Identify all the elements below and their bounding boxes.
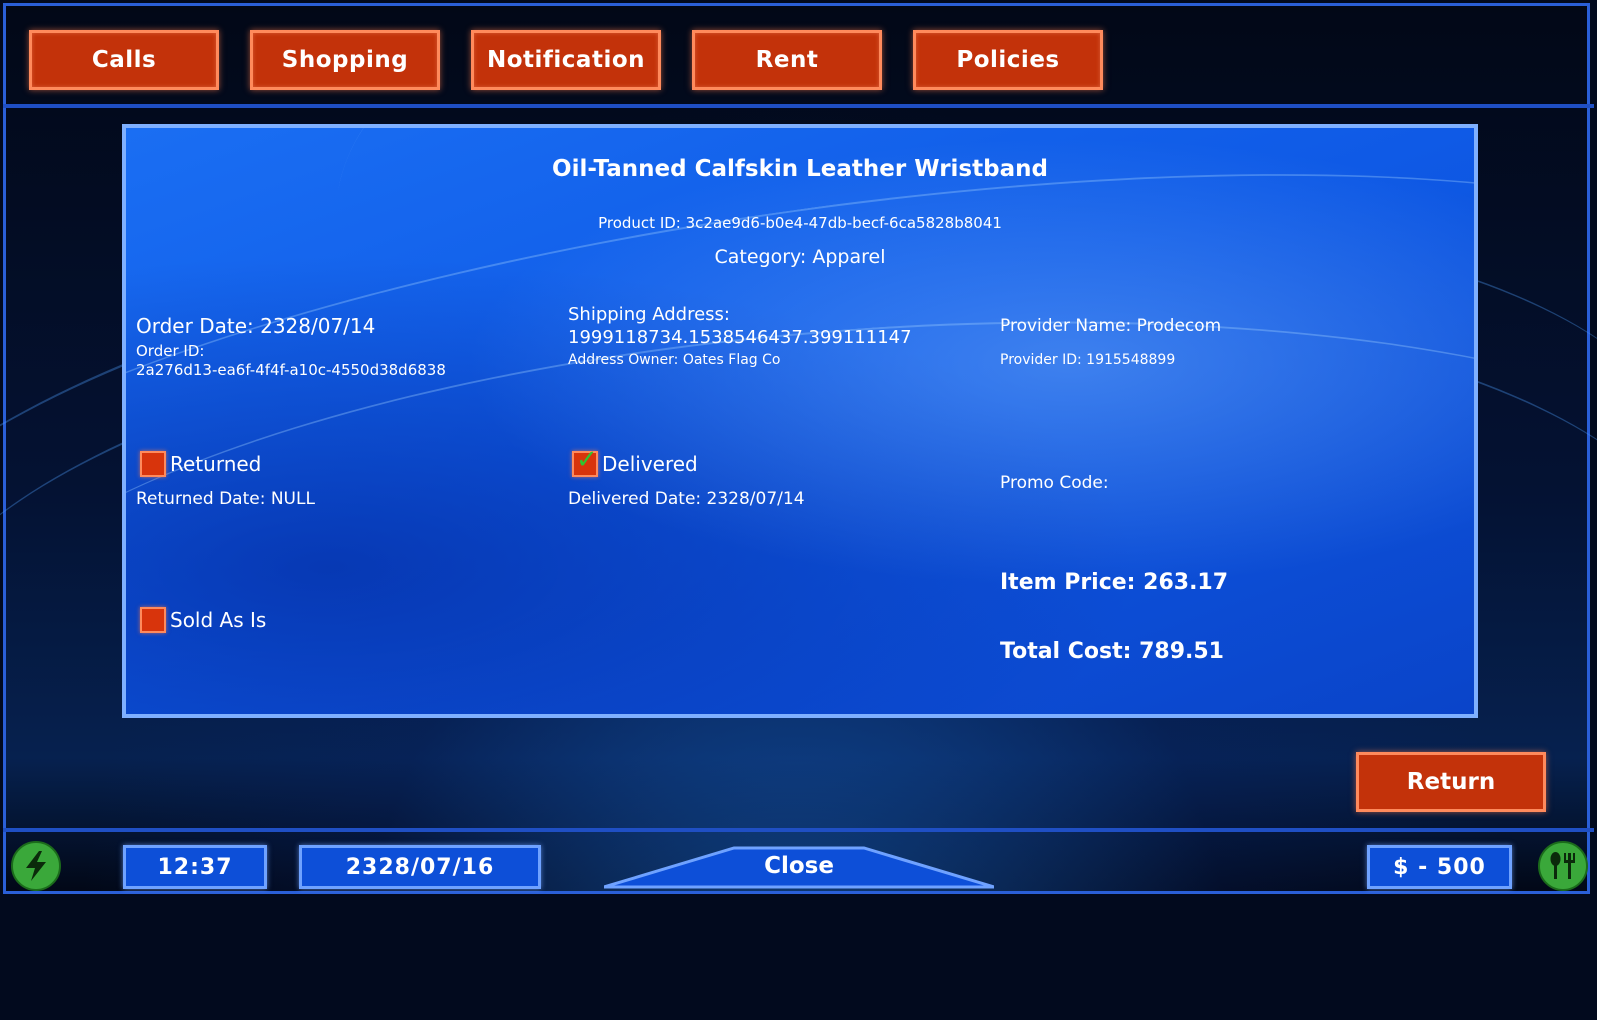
tab-policies[interactable]: Policies [913,30,1103,90]
checkmark-icon: ✓ [576,445,598,475]
clock-time: 12:37 [157,854,233,880]
date-display: 2328/07/16 [299,845,541,889]
provider-id: Provider ID: 1915548899 [1000,352,1176,368]
delivered-checkbox[interactable]: ✓ [572,447,598,477]
fork-knife-icon [1550,852,1575,879]
game-date: 2328/07/16 [345,854,495,880]
tab-shopping[interactable]: Shopping [250,30,440,90]
tab-calls[interactable]: Calls [29,30,219,90]
sold-as-is-label: Sold As Is [170,608,267,632]
address-owner: Address Owner: Oates Flag Co [568,352,781,368]
money-display: $ - 500 [1367,845,1512,889]
tab-label: Rent [755,47,819,73]
order-date: Order Date: 2328/07/14 [136,314,376,338]
sold-as-is-checkbox[interactable] [140,607,166,633]
shipping-address-label: Shipping Address: [568,304,730,325]
clock-display: 12:37 [123,845,267,889]
total-cost: Total Cost: 789.51 [1000,639,1224,664]
order-detail-panel: Oil-Tanned Calfskin Leather Wristband Pr… [122,124,1478,718]
shipping-address: 1999118734.1538546437.399111147 [568,327,912,348]
tab-label: Shopping [281,47,409,73]
product-category: Category: Apparel [714,246,886,268]
returned-date: Returned Date: NULL [136,489,315,509]
tab-label: Calls [91,47,157,73]
returned-label: Returned [170,452,262,476]
order-id-label: Order ID: [136,342,205,360]
tab-label: Policies [956,47,1060,73]
tab-notification[interactable]: Notification [471,30,661,90]
close-button[interactable]: Close [604,845,994,889]
order-id-value: 2a276d13-ea6f-4f4f-a10c-4550d38d6838 [136,361,446,379]
promo-code: Promo Code: [1000,473,1109,493]
top-divider [3,104,1594,108]
bottom-divider [3,828,1594,832]
product-id: Product ID: 3c2ae9d6-b0e4-47db-becf-6ca5… [598,214,1002,232]
energy-button[interactable] [11,841,61,891]
close-label: Close [764,853,834,879]
item-price: Item Price: 263.17 [1000,570,1229,595]
provider-name: Provider Name: Prodecom [1000,316,1222,336]
tab-rent[interactable]: Rent [692,30,882,90]
tab-label: Notification [486,47,646,73]
delivered-label: Delivered [602,452,698,476]
returned-checkbox[interactable] [140,451,166,477]
food-button[interactable] [1538,841,1588,891]
lightning-icon [26,851,46,881]
return-button-label: Return [1406,769,1496,795]
money-value: $ - 500 [1393,854,1486,880]
return-button[interactable]: Return [1356,752,1546,812]
delivered-date: Delivered Date: 2328/07/14 [568,489,805,509]
product-title: Oil-Tanned Calfskin Leather Wristband [552,156,1048,182]
